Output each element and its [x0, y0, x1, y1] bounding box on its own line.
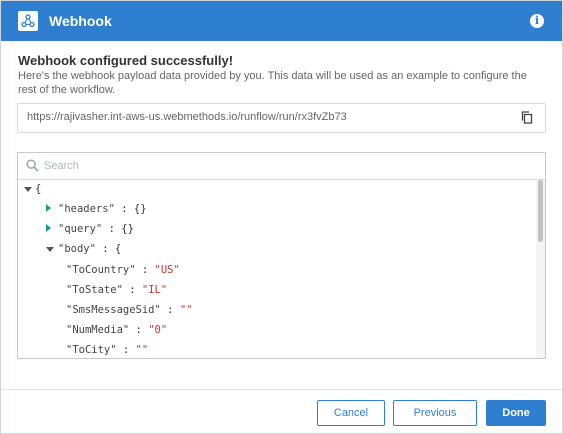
json-node-body[interactable]: "body" : {: [58, 240, 121, 258]
node-value: {}: [133, 203, 147, 215]
json-field-tocity[interactable]: "ToCity" : "": [66, 341, 149, 358]
field-colon: :: [129, 284, 136, 296]
scrollbar-thumb[interactable]: [538, 180, 543, 242]
dialog-header: Webhook i: [1, 1, 562, 41]
json-field-tocountry[interactable]: "ToCountry" : "US": [66, 261, 180, 279]
field-value: "": [179, 304, 193, 316]
webhook-url: https://rajivasher.int-aws-us.webmethods…: [27, 111, 347, 123]
json-node-query[interactable]: "query" : {}: [58, 220, 134, 238]
copy-icon[interactable]: [520, 110, 534, 130]
dialog-title: Webhook: [49, 13, 112, 29]
webhook-icon: [18, 11, 38, 31]
cancel-button-label: Cancel: [333, 407, 369, 419]
webhook-url-field: https://rajivasher.int-aws-us.webmethods…: [17, 103, 546, 133]
cancel-button[interactable]: Cancel: [317, 400, 385, 426]
node-colon: :: [102, 243, 109, 255]
search-input[interactable]: [44, 157, 524, 175]
info-icon[interactable]: i: [530, 14, 544, 28]
search-icon: [26, 159, 39, 177]
headers-expand-toggle[interactable]: [46, 204, 51, 212]
json-node-headers[interactable]: "headers" : {}: [58, 200, 147, 218]
node-key: "query": [58, 223, 103, 235]
search-bar: [18, 153, 545, 180]
done-button[interactable]: Done: [486, 400, 546, 426]
node-key: "headers": [58, 203, 115, 215]
json-field-tostate[interactable]: "ToState" : "IL": [66, 281, 167, 299]
node-colon: :: [108, 223, 115, 235]
field-key: "SmsMessageSid": [66, 304, 161, 316]
field-value: "IL": [141, 284, 168, 296]
tree-scrollbar[interactable]: [536, 180, 545, 358]
json-root: {: [35, 180, 41, 198]
footer-divider: [1, 389, 562, 390]
field-key: "ToCountry": [66, 264, 136, 276]
json-tree: { "headers" : {} "query" : {} "body" : {: [18, 180, 535, 358]
payload-panel: { "headers" : {} "query" : {} "body" : {: [17, 152, 546, 359]
previous-button-label: Previous: [413, 407, 457, 419]
previous-button[interactable]: Previous: [393, 400, 477, 426]
root-collapse-toggle[interactable]: [24, 187, 32, 192]
field-key: "ToCity": [66, 344, 117, 356]
json-field-nummedia[interactable]: "NumMedia" : "0": [66, 321, 167, 339]
description-text: Here's the webhook payload data provided…: [18, 70, 527, 96]
field-colon: :: [167, 304, 174, 316]
node-open-brace: {: [114, 243, 122, 255]
node-colon: :: [121, 203, 128, 215]
field-colon: :: [135, 324, 142, 336]
root-open-brace: {: [35, 183, 42, 195]
field-colon: :: [122, 344, 130, 356]
webhook-dialog: Webhook i Webhook configured successfull…: [0, 0, 563, 434]
node-value: {}: [121, 223, 134, 235]
field-value: "": [135, 344, 149, 356]
success-message: Webhook configured successfully!: [18, 53, 234, 68]
field-value: "US": [154, 264, 180, 276]
query-expand-toggle[interactable]: [46, 224, 51, 232]
field-key: "ToState": [66, 284, 123, 296]
body-collapse-toggle[interactable]: [46, 247, 54, 252]
field-value: "0": [148, 324, 168, 336]
done-button-label: Done: [502, 407, 530, 419]
node-key: "body": [58, 243, 96, 255]
json-field-smsmessagesid[interactable]: "SmsMessageSid" : "": [66, 301, 192, 319]
field-colon: :: [141, 264, 149, 276]
field-key: "NumMedia": [66, 324, 130, 336]
